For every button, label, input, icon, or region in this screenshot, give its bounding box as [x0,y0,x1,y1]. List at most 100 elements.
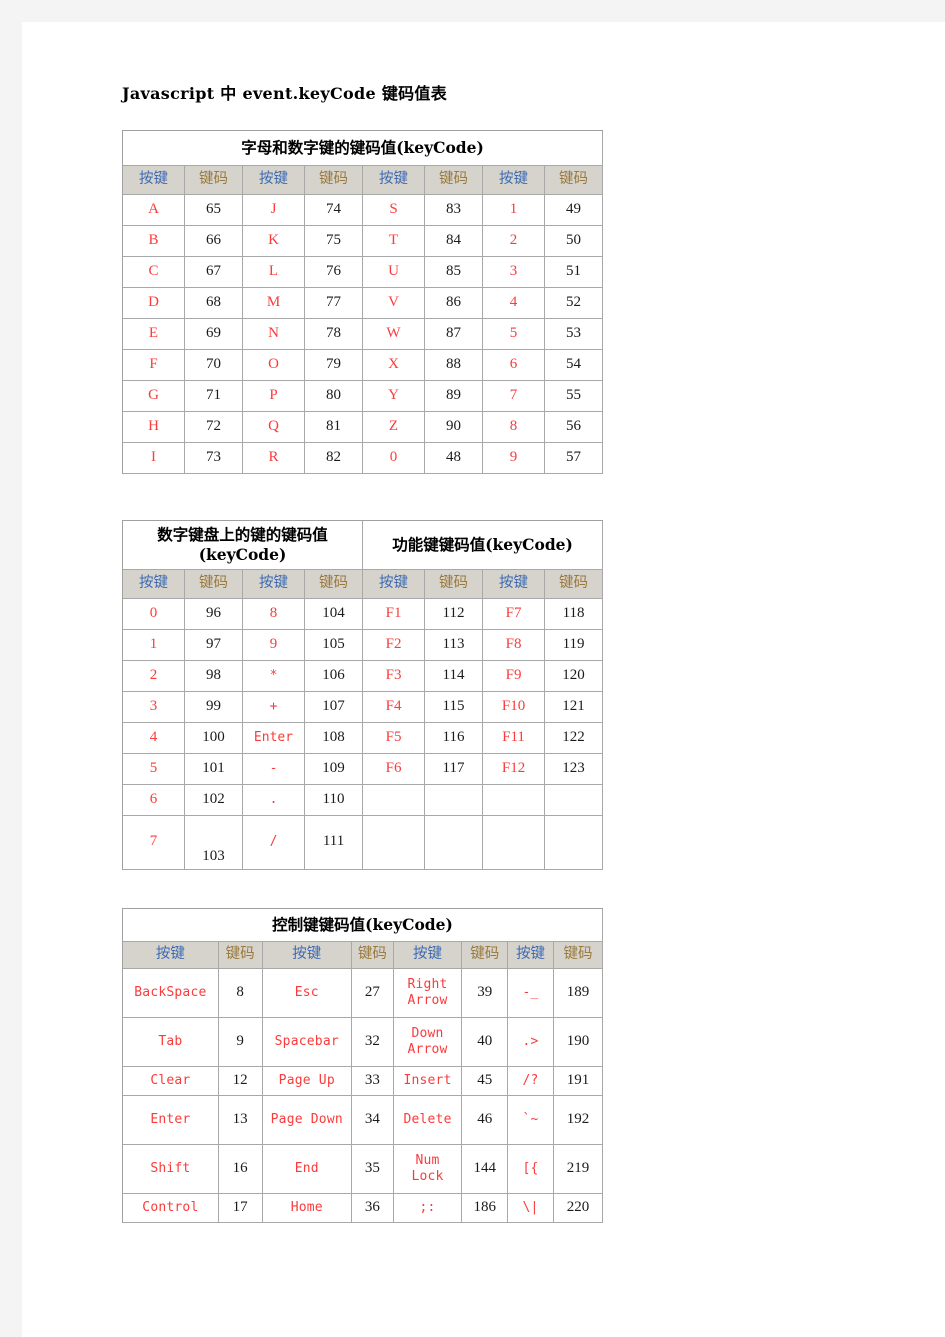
table-row: F 70 O 79 X 88 6 54 [123,350,604,381]
key-code-cell: 68 [185,288,243,319]
key-name-cell: 5 [483,319,545,350]
key-name-cell: 0 [123,598,185,630]
key-name-cell: F12 [483,753,546,785]
key-code-cell: 104 [305,598,364,630]
key-code-cell: 9 [218,1017,263,1067]
key-code-cell: 119 [545,629,604,661]
table-row: B 66 K 75 T 84 2 50 [123,226,604,257]
key-code-cell: 50 [545,226,604,257]
key-code-cell: 67 [185,257,243,288]
key-name-cell: 0 [363,443,425,474]
key-code-cell: 74 [305,195,363,226]
key-name-cell: End [262,1144,353,1194]
table-row: H 72 Q 81 Z 90 8 56 [123,412,604,443]
key-name-cell: 6 [483,350,545,381]
page-title: Javascript 中 event.keyCode 键码值表 [122,84,448,103]
column-header-code: 键码 [462,941,509,969]
key-code-cell: 55 [545,381,604,412]
key-name-cell: 6 [123,784,185,816]
key-code-cell: 48 [425,443,483,474]
table-numpad-and-function-keycodes: 数字键盘上的键的键码值(keyCode) 功能键键码值(keyCode) 按键 … [122,520,604,870]
table-row: Shift 16 End 35 Num Lock 144 [{ 219 [123,1144,603,1194]
key-name-cell: Spacebar [262,1017,353,1067]
key-name-cell: J [243,195,305,226]
key-name-cell: [{ [508,1144,554,1194]
key-name-cell: Page Up [262,1066,353,1096]
table-row: D 68 M 77 V 86 4 52 [123,288,604,319]
key-code-cell: 190 [553,1017,603,1067]
table-title-row: 控制键键码值(keyCode) [123,908,603,942]
key-name-cell: - [243,753,305,785]
key-name-cell: T [363,226,425,257]
key-name-cell: \| [508,1193,554,1223]
key-name-cell: BackSpace [123,968,219,1018]
key-name-cell: .> [508,1017,554,1067]
key-code-cell: 113 [425,629,484,661]
key-name-cell: X [363,350,425,381]
key-name-cell: N [243,319,305,350]
key-code-cell: 16 [218,1144,263,1194]
table-title-numpad: 数字键盘上的键的键码值(keyCode) [123,521,364,570]
key-name-cell: 3 [483,257,545,288]
key-code-cell: 39 [462,968,509,1018]
key-name-cell: A [123,195,185,226]
key-code-cell: 69 [185,319,243,350]
table-row: E 69 N 78 W 87 5 53 [123,319,604,350]
key-code-cell: 98 [185,660,243,692]
key-name-cell: `~ [508,1095,554,1145]
key-name-cell: Delete [393,1095,463,1145]
key-name-cell: Esc [262,968,353,1018]
key-code-cell: 46 [462,1095,509,1145]
key-name-cell: L [243,257,305,288]
key-code-cell: 102 [185,784,243,816]
table-row: 4 100 Enter 108 F5 116 F11 122 [123,722,604,754]
key-code-cell: 81 [305,412,363,443]
key-code-cell: 100 [185,722,243,754]
document-page: Javascript 中 event.keyCode 键码值表 字母和数字键的键… [22,22,945,1337]
key-name-cell: C [123,257,185,288]
column-header-key: 按键 [363,166,425,195]
key-name-cell: B [123,226,185,257]
key-code-cell: 101 [185,753,243,785]
key-name-cell: 1 [483,195,545,226]
table-row: 6 102 . 110 [123,784,604,816]
key-name-cell: 9 [483,443,545,474]
key-code-cell: 115 [425,691,484,723]
key-name-cell: F5 [363,722,426,754]
key-name-cell: F10 [483,691,546,723]
key-code-cell: 45 [462,1066,509,1096]
key-name-cell: Page Down [262,1095,353,1145]
key-code-cell: 78 [305,319,363,350]
table-row: A 65 J 74 S 83 1 49 [123,195,604,226]
key-code-cell: 79 [305,350,363,381]
key-code-cell: 82 [305,443,363,474]
table-title-row: 数字键盘上的键的键码值(keyCode) 功能键键码值(keyCode) [123,521,604,570]
key-code-cell: 84 [425,226,483,257]
key-name-cell: F2 [363,629,426,661]
key-name-cell: G [123,381,185,412]
column-header-code: 键码 [545,166,604,195]
table-header-row: 按键 键码 按键 键码 按键 键码 按键 键码 [123,166,604,195]
column-header-key: 按键 [363,569,426,599]
column-header-code: 键码 [185,166,243,195]
key-code-cell: 83 [425,195,483,226]
key-name-cell: F11 [483,722,546,754]
column-header-code: 键码 [352,941,394,969]
key-code-cell: 97 [185,629,243,661]
key-code-cell: 72 [185,412,243,443]
key-name-cell: F8 [483,629,546,661]
empty-cell [483,784,546,816]
key-name-cell: R [243,443,305,474]
empty-cell [483,815,546,870]
column-header-key: 按键 [262,941,353,969]
empty-cell [363,784,426,816]
key-name-cell: E [123,319,185,350]
key-code-cell: 56 [545,412,604,443]
key-name-cell: Insert [393,1066,463,1096]
table-control-keycodes: 控制键键码值(keyCode) 按键 键码 按键 键码 按键 键码 按键 键码 … [122,907,603,1223]
key-name-cell: U [363,257,425,288]
column-header-code: 键码 [218,941,263,969]
key-name-cell: 8 [243,598,305,630]
column-header-key: 按键 [483,166,545,195]
key-name-cell: Enter [243,722,305,754]
